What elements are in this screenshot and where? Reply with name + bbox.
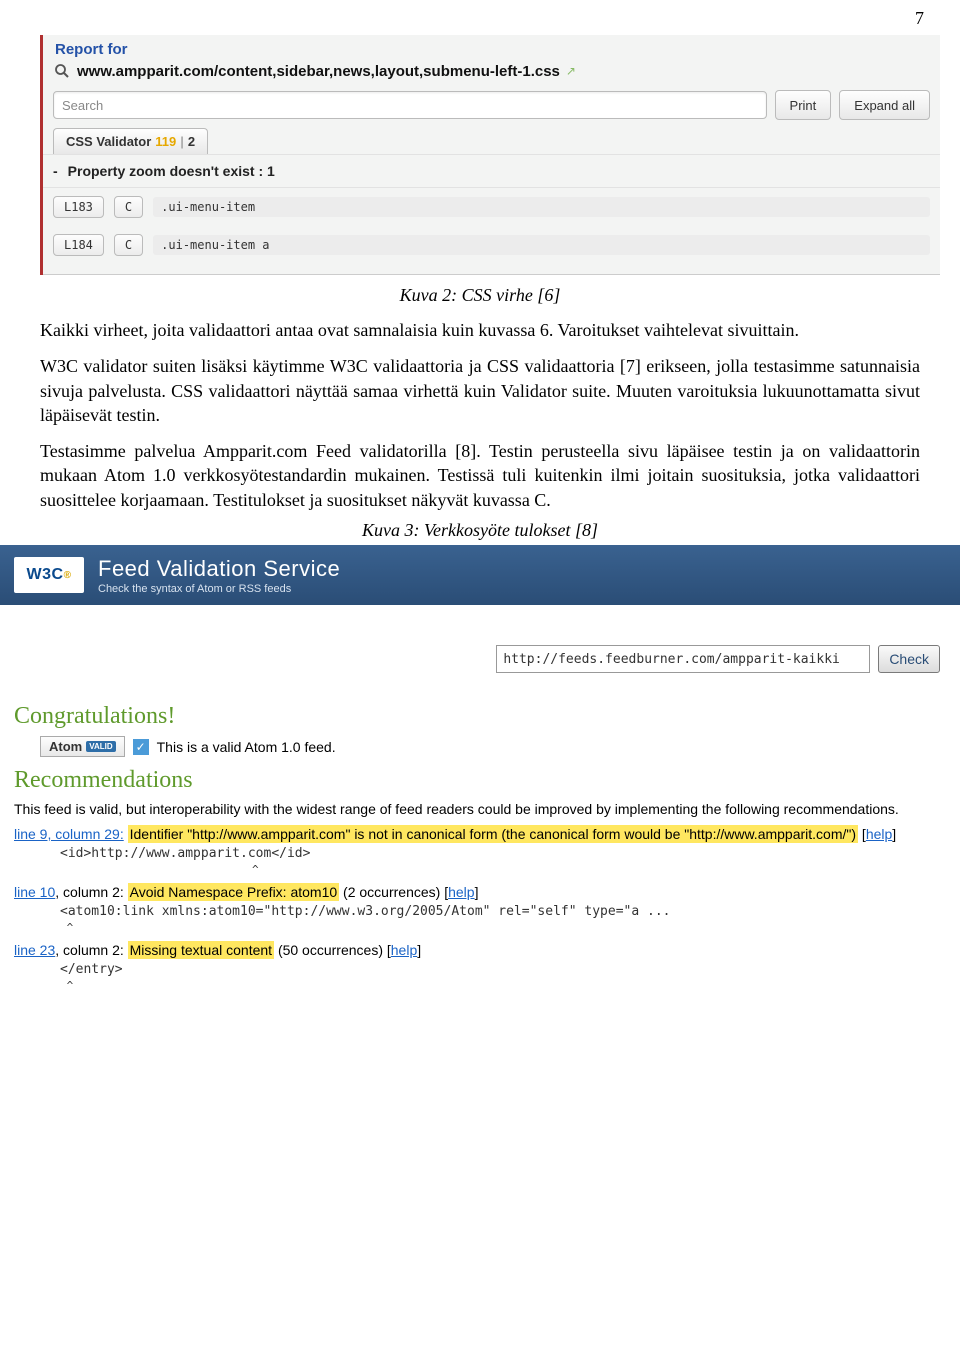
- valid-text: This is a valid Atom 1.0 feed.: [157, 739, 336, 755]
- feed-url-input[interactable]: [496, 645, 870, 673]
- code-snippet: <id>http://www.ampparit.com</id>: [60, 846, 946, 861]
- line-chip[interactable]: L183: [53, 196, 104, 218]
- checkmark-icon: ✓: [133, 739, 149, 755]
- w3c-logo: W3C®: [14, 557, 84, 593]
- rec-highlight: Avoid Namespace Prefix: atom10: [128, 883, 340, 901]
- col-chip[interactable]: C: [114, 234, 143, 256]
- search-input[interactable]: Search: [53, 91, 767, 119]
- w3c-subtitle: Check the syntax of Atom or RSS feeds: [98, 583, 340, 595]
- dash: -: [53, 163, 58, 179]
- search-icon: [53, 62, 71, 80]
- valid-badge: VALID: [86, 741, 115, 752]
- selector-text: .ui-menu-item: [153, 197, 930, 217]
- paragraph-3: Testasimme palvelua Ampparit.com Feed va…: [40, 439, 920, 512]
- congratulations-heading: Congratulations!: [14, 703, 946, 730]
- page-number: 7: [0, 0, 960, 35]
- expand-all-button[interactable]: Expand all: [839, 90, 930, 120]
- rec-tail: (50 occurrences): [278, 942, 387, 958]
- print-button[interactable]: Print: [775, 90, 832, 120]
- recommendation-3: line 23, column 2: Missing textual conte…: [14, 942, 946, 958]
- paragraph-1: Kaikki virheet, joita validaattori antaa…: [40, 318, 920, 342]
- w3c-title: Feed Validation Service: [98, 556, 340, 582]
- external-link-icon[interactable]: ↗: [566, 64, 576, 78]
- code-snippet: </entry>: [60, 962, 946, 977]
- atom-badge: Atom VALID: [40, 736, 125, 757]
- code-snippet: <atom10:link xmlns:atom10="http://www.w3…: [60, 904, 946, 919]
- css-validator-panel: Report for www.ampparit.com/content,side…: [40, 35, 940, 275]
- tab-pipe: |: [180, 134, 184, 149]
- selector-text: .ui-menu-item a: [153, 235, 930, 255]
- rec-mid: , column 2:: [55, 884, 123, 900]
- line-link[interactable]: line 9, column 29:: [14, 826, 124, 842]
- figure-caption-1: Kuva 2: CSS virhe [6]: [0, 285, 960, 306]
- figure-caption-2: Kuva 3: Verkkosyöte tulokset [8]: [0, 520, 960, 541]
- paragraph-2: W3C validator suiten lisäksi käytimme W3…: [40, 354, 920, 427]
- help-link[interactable]: help: [391, 942, 417, 958]
- help-link[interactable]: help: [448, 884, 474, 900]
- tab-warn-count: 119: [155, 134, 176, 149]
- tab-css-validator[interactable]: CSS Validator 119 | 2: [53, 128, 208, 154]
- code-row: L183 C .ui-menu-item: [43, 188, 940, 226]
- recommendation-1: line 9, column 29: Identifier "http://ww…: [14, 826, 946, 842]
- col-chip[interactable]: C: [114, 196, 143, 218]
- tab-label: CSS Validator: [66, 134, 151, 149]
- tab-count-2: 2: [188, 134, 195, 149]
- rec-tail: (2 occurrences): [343, 884, 444, 900]
- error-summary-row[interactable]: - Property zoom doesn't exist : 1: [43, 154, 940, 188]
- valid-atom-row: Atom VALID ✓ This is a valid Atom 1.0 fe…: [40, 736, 946, 757]
- error-text: Property zoom doesn't exist : 1: [68, 163, 275, 179]
- line-chip[interactable]: L184: [53, 234, 104, 256]
- recommendations-intro: This feed is valid, but interoperability…: [14, 800, 946, 818]
- caret: ^: [60, 979, 946, 992]
- rec-highlight: Identifier "http://www.ampparit.com" is …: [128, 825, 858, 843]
- line-link[interactable]: line 10: [14, 884, 55, 900]
- feed-check-row: Check: [0, 605, 960, 699]
- atom-label: Atom: [49, 739, 82, 754]
- help-link[interactable]: help: [866, 826, 892, 842]
- logo-text: W3C: [27, 566, 64, 584]
- report-url: www.ampparit.com/content,sidebar,news,la…: [77, 63, 560, 80]
- recommendation-2: line 10, column 2: Avoid Namespace Prefi…: [14, 884, 946, 900]
- rec-mid: , column 2:: [55, 942, 123, 958]
- rec-highlight: Missing textual content: [128, 941, 274, 959]
- line-link[interactable]: line 23: [14, 942, 55, 958]
- recommendations-heading: Recommendations: [14, 767, 946, 794]
- check-button[interactable]: Check: [878, 645, 940, 673]
- code-row: L184 C .ui-menu-item a: [43, 226, 940, 264]
- report-for-label: Report for: [43, 35, 940, 60]
- caret: ^: [60, 863, 946, 876]
- caret: ^: [60, 921, 946, 934]
- w3c-header: W3C® Feed Validation Service Check the s…: [0, 545, 960, 605]
- url-row: www.ampparit.com/content,sidebar,news,la…: [43, 60, 940, 86]
